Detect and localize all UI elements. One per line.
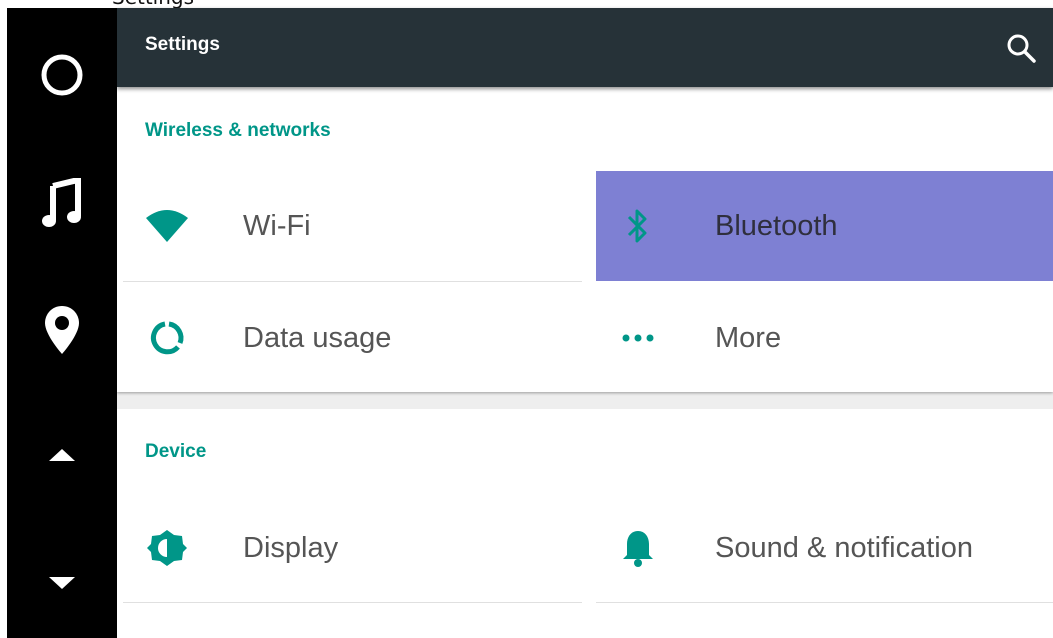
location-button[interactable]	[7, 302, 117, 358]
divider	[123, 602, 582, 603]
section-header-wireless: Wireless & networks	[145, 120, 331, 141]
divider	[596, 602, 1053, 603]
scroll-up-button[interactable]	[7, 440, 117, 470]
wireless-section: Wireless & networks Wi-Fi Bluetooth Data…	[117, 87, 1053, 392]
tile-label-wifi: Wi-Fi	[243, 209, 311, 242]
home-circle-icon	[41, 54, 83, 96]
tile-display[interactable]: Display	[123, 493, 584, 603]
brightness-icon	[145, 526, 189, 570]
tile-wifi[interactable]: Wi-Fi	[123, 171, 584, 281]
tile-label-more: More	[715, 321, 782, 354]
app-bar: Settings	[117, 8, 1053, 87]
tile-label-sound: Sound & notification	[715, 531, 973, 564]
page-title: Settings	[145, 34, 220, 55]
bluetooth-icon	[616, 204, 660, 248]
data-usage-icon	[145, 316, 189, 360]
tile-bluetooth[interactable]: Bluetooth	[596, 171, 1053, 281]
location-pin-icon	[45, 306, 79, 354]
tile-data-usage[interactable]: Data usage	[123, 283, 584, 393]
search-button[interactable]	[1001, 28, 1041, 68]
more-dots-icon	[616, 316, 660, 360]
bell-icon	[616, 526, 660, 570]
arrow-down-icon	[49, 577, 75, 589]
music-note-icon	[42, 178, 81, 227]
section-header-device: Device	[145, 441, 207, 462]
window-title: Settings	[112, 0, 194, 8]
nav-rail	[7, 8, 117, 638]
search-icon	[1007, 34, 1036, 63]
settings-content: Wireless & networks Wi-Fi Bluetooth Data…	[117, 87, 1053, 638]
device-section: Device Display Sound & notification	[117, 409, 1053, 638]
home-button[interactable]	[7, 50, 117, 100]
window-title-fragment: Settings	[0, 0, 1053, 8]
wifi-icon	[145, 204, 189, 248]
arrow-up-icon	[49, 449, 75, 461]
tile-label-display: Display	[243, 531, 339, 564]
music-button[interactable]	[7, 176, 117, 232]
tile-sound-notification[interactable]: Sound & notification	[596, 493, 1053, 603]
tile-label-bluetooth: Bluetooth	[715, 209, 838, 242]
tile-more[interactable]: More	[596, 283, 1053, 393]
tile-label-data-usage: Data usage	[243, 321, 392, 354]
scroll-down-button[interactable]	[7, 568, 117, 598]
divider	[123, 281, 582, 282]
